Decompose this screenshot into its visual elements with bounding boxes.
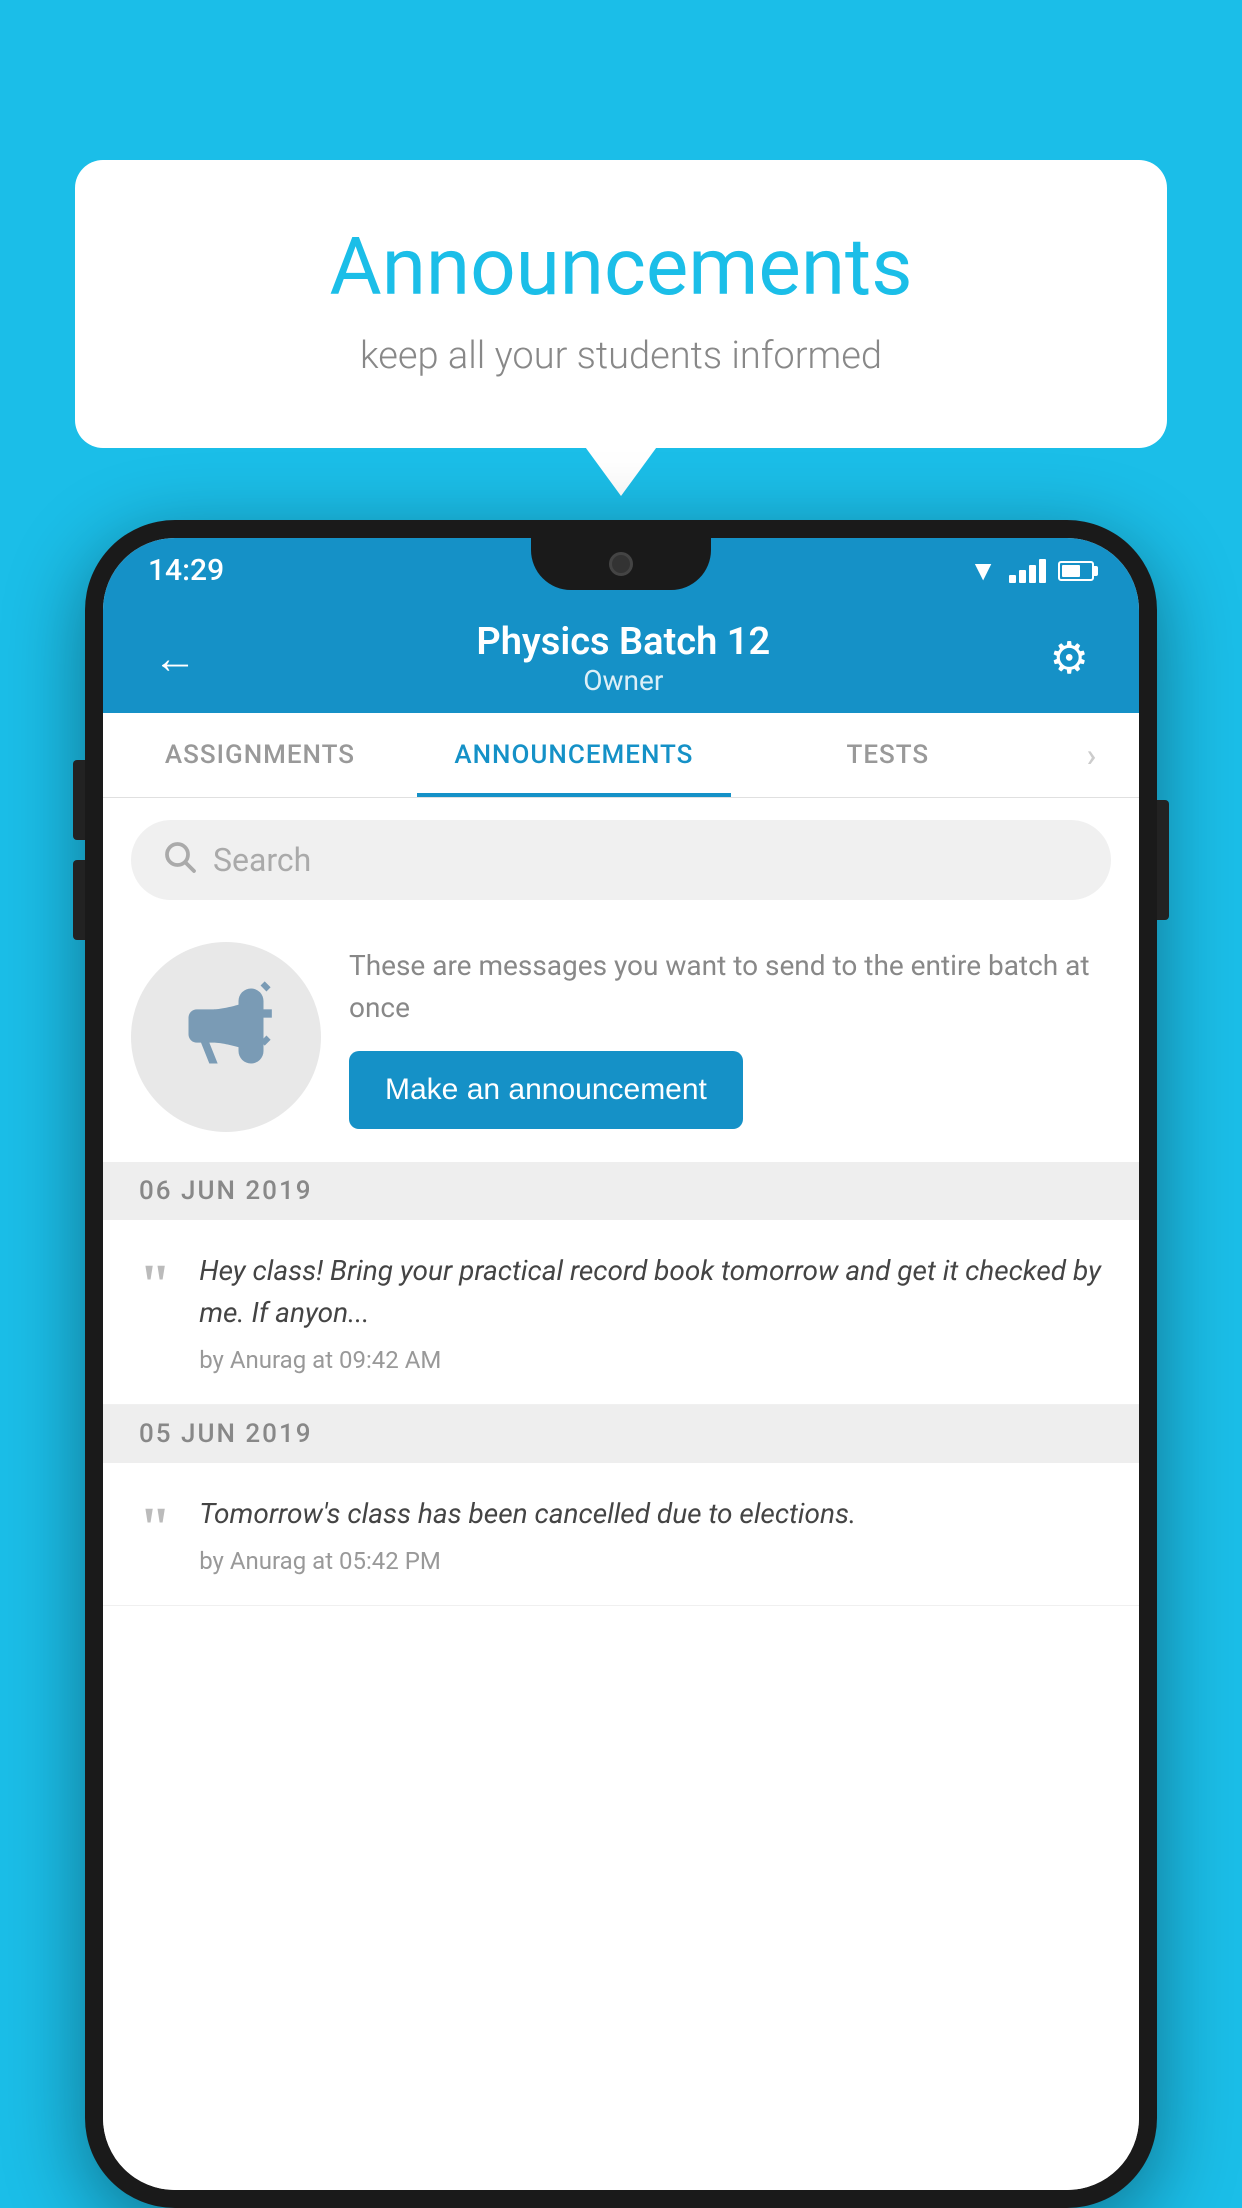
announcement-icon-circle bbox=[131, 942, 321, 1132]
tab-tests[interactable]: TESTS bbox=[731, 713, 1045, 797]
tab-more[interactable]: › bbox=[1045, 713, 1139, 797]
bubble-subtitle: keep all your students informed bbox=[155, 334, 1087, 378]
announcement-cta: These are messages you want to send to t… bbox=[103, 922, 1139, 1162]
tab-assignments[interactable]: ASSIGNMENTS bbox=[103, 713, 417, 797]
phone-notch bbox=[531, 538, 711, 590]
screen-content: Search bbox=[103, 798, 1139, 2190]
batch-role: Owner bbox=[476, 664, 770, 697]
header-title-area: Physics Batch 12 Owner bbox=[476, 620, 770, 697]
speech-bubble-section: Announcements keep all your students inf… bbox=[75, 160, 1167, 448]
power-button[interactable] bbox=[1157, 800, 1169, 920]
phone-screen: 14:29 ▼ ← Phys bbox=[103, 538, 1139, 2190]
date-divider-1: 06 JUN 2019 bbox=[103, 1162, 1139, 1220]
phone-camera bbox=[609, 552, 633, 576]
volume-up-button[interactable] bbox=[73, 760, 85, 840]
message-by-1: by Anurag at 09:42 AM bbox=[199, 1346, 1103, 1374]
message-text-1: Hey class! Bring your practical record b… bbox=[199, 1250, 1103, 1334]
tabs-bar: ASSIGNMENTS ANNOUNCEMENTS TESTS › bbox=[103, 713, 1139, 798]
bubble-title: Announcements bbox=[155, 220, 1087, 314]
date-divider-2: 05 JUN 2019 bbox=[103, 1405, 1139, 1463]
tab-announcements[interactable]: ANNOUNCEMENTS bbox=[417, 713, 731, 797]
phone-wrapper: 14:29 ▼ ← Phys bbox=[85, 520, 1157, 2208]
announcement-description: These are messages you want to send to t… bbox=[349, 945, 1111, 1029]
date-label-1: 06 JUN 2019 bbox=[139, 1176, 313, 1206]
signal-icon bbox=[1009, 559, 1046, 583]
search-bar[interactable]: Search bbox=[131, 820, 1111, 900]
status-icons: ▼ bbox=[969, 554, 1094, 587]
quote-icon-2: " bbox=[139, 1493, 171, 1575]
status-time: 14:29 bbox=[148, 553, 224, 588]
announcement-right: These are messages you want to send to t… bbox=[349, 945, 1111, 1129]
make-announcement-button[interactable]: Make an announcement bbox=[349, 1051, 743, 1129]
message-text-2: Tomorrow's class has been cancelled due … bbox=[199, 1493, 1103, 1535]
phone-frame: 14:29 ▼ ← Phys bbox=[85, 520, 1157, 2208]
app-header: ← Physics Batch 12 Owner ⚙ bbox=[103, 603, 1139, 713]
megaphone-icon bbox=[176, 976, 276, 1098]
date-label-2: 05 JUN 2019 bbox=[139, 1419, 313, 1449]
volume-down-button[interactable] bbox=[73, 860, 85, 940]
search-placeholder: Search bbox=[213, 841, 311, 879]
back-button[interactable]: ← bbox=[143, 622, 207, 694]
message-item-2[interactable]: " Tomorrow's class has been cancelled du… bbox=[103, 1463, 1139, 1606]
speech-bubble: Announcements keep all your students inf… bbox=[75, 160, 1167, 448]
settings-icon[interactable]: ⚙ bbox=[1040, 622, 1099, 694]
batch-title: Physics Batch 12 bbox=[476, 620, 770, 664]
message-content-2: Tomorrow's class has been cancelled due … bbox=[199, 1493, 1103, 1575]
message-content-1: Hey class! Bring your practical record b… bbox=[199, 1250, 1103, 1374]
wifi-icon: ▼ bbox=[969, 554, 997, 587]
quote-icon-1: " bbox=[139, 1250, 171, 1374]
battery-icon bbox=[1058, 561, 1094, 581]
message-item-1[interactable]: " Hey class! Bring your practical record… bbox=[103, 1220, 1139, 1405]
search-icon bbox=[161, 838, 197, 883]
message-by-2: by Anurag at 05:42 PM bbox=[199, 1547, 1103, 1575]
